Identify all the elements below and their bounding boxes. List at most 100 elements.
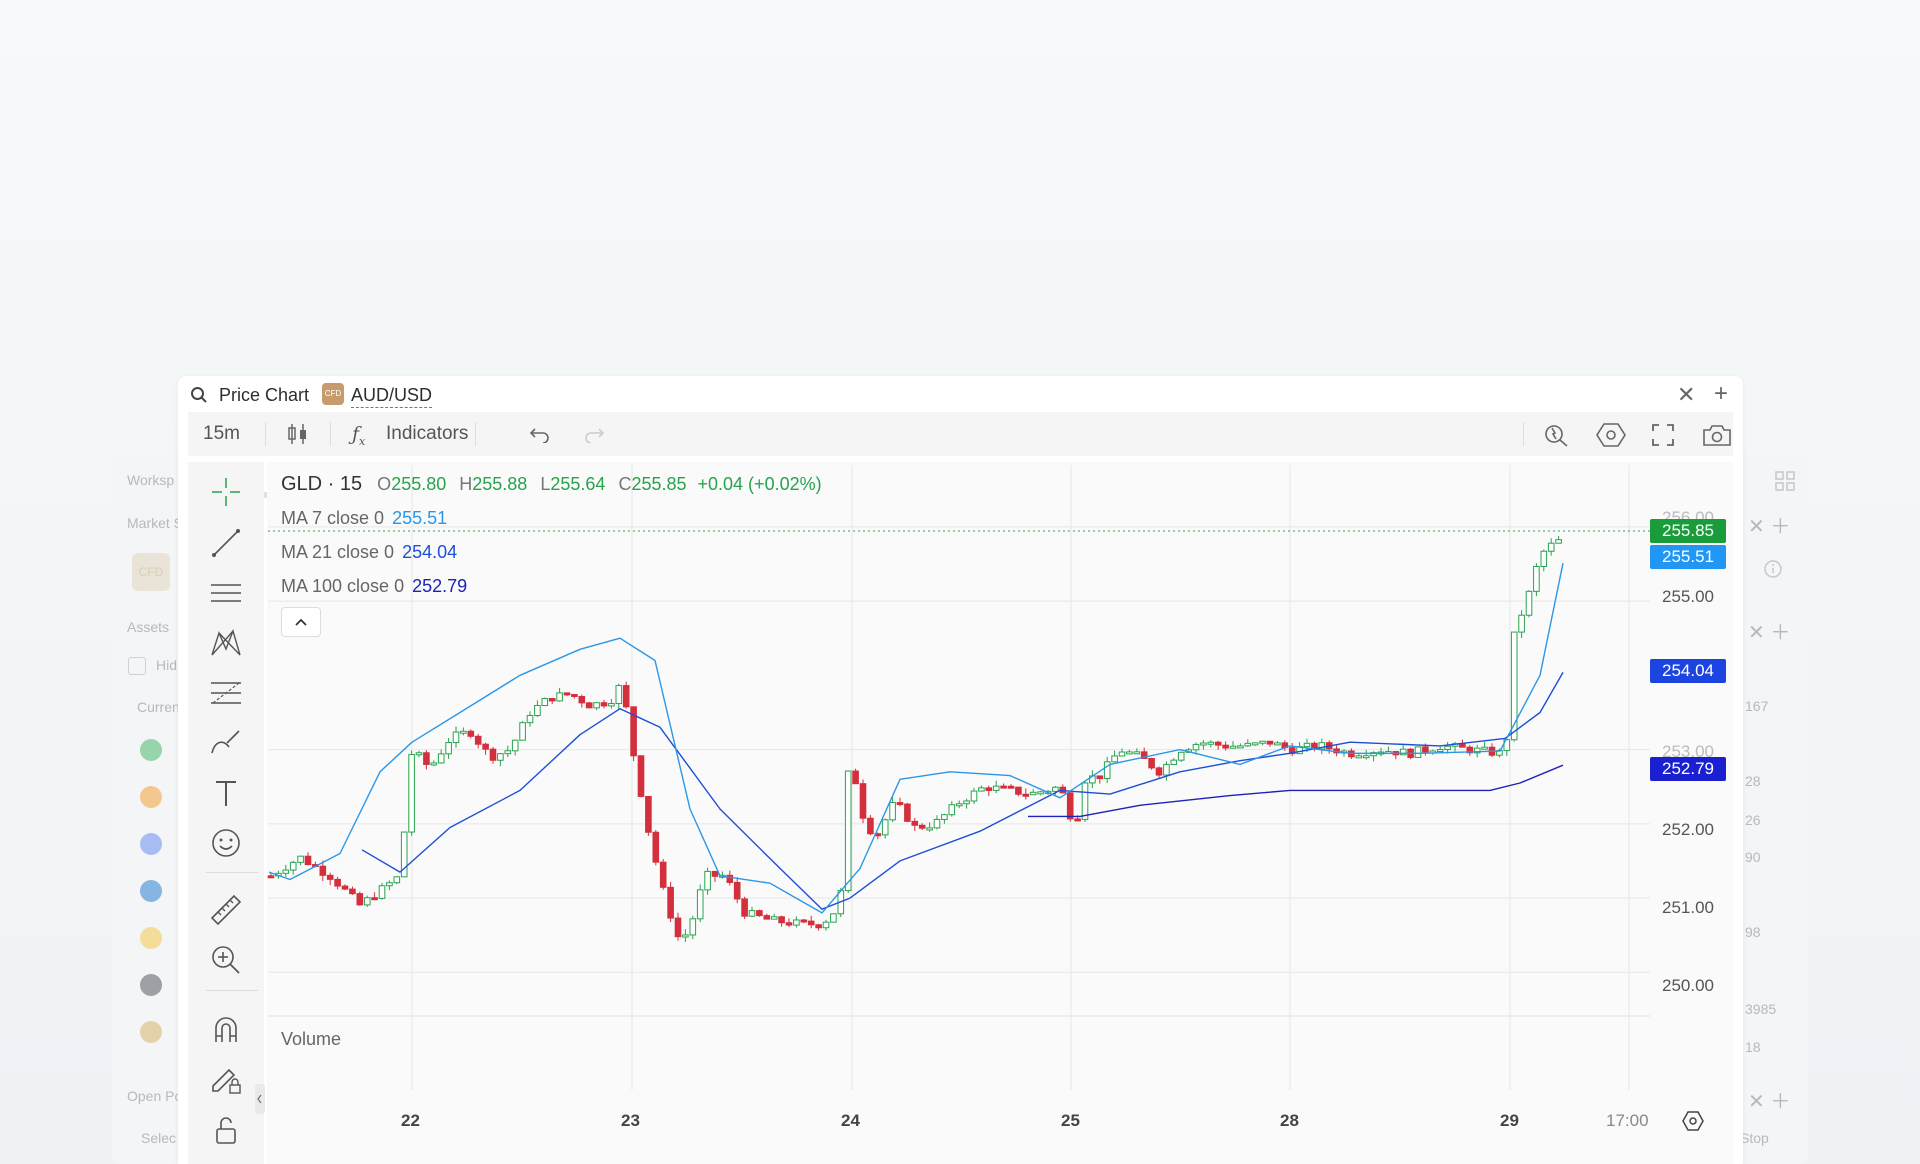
- x-tick: 17:00: [1606, 1111, 1649, 1130]
- candle-body: [371, 897, 378, 901]
- candle-body: [785, 922, 793, 926]
- candle-body: [1555, 539, 1562, 544]
- candle-body: [1081, 782, 1089, 820]
- last-price-tag: 255.85: [1650, 519, 1726, 543]
- candle-body: [770, 916, 778, 920]
- candle-body: [474, 735, 482, 745]
- candle-body: [1303, 742, 1311, 748]
- candle-body: [689, 918, 697, 936]
- candle-body: [1274, 742, 1281, 746]
- candle-body: [452, 731, 460, 744]
- ma7-legend[interactable]: MA 7 close 0 255.51: [281, 508, 447, 529]
- candle-body: [1155, 767, 1163, 776]
- candle-body: [282, 869, 290, 874]
- candle-body: [711, 870, 719, 877]
- candle-body: [519, 722, 526, 741]
- candle-body: [415, 752, 423, 756]
- candle-body: [1177, 751, 1185, 761]
- legend-symbol: GLD · 15: [281, 473, 363, 495]
- candle-body: [489, 748, 497, 761]
- candle-body: [526, 715, 534, 724]
- candle-body: [926, 827, 933, 831]
- candle-body: [948, 804, 956, 816]
- collapse-legend-button[interactable]: [281, 607, 321, 637]
- ma100-value: 252.79: [412, 576, 468, 596]
- candle-body: [1096, 775, 1104, 780]
- candle-body: [534, 705, 541, 717]
- candle-body: [1525, 590, 1533, 616]
- candle-body: [363, 897, 371, 906]
- candle-body: [1436, 749, 1444, 753]
- candle-body: [585, 702, 593, 709]
- candle-body: [408, 754, 415, 833]
- candle-body: [593, 702, 600, 709]
- ma100-label: MA 100 close 0: [281, 576, 405, 596]
- candle-body: [1029, 791, 1037, 796]
- candle-body: [889, 802, 896, 821]
- candle-body: [349, 888, 356, 895]
- high-value: 255.88: [472, 474, 528, 494]
- candle-body: [1126, 751, 1133, 755]
- candle-body: [334, 878, 341, 887]
- candle-body: [741, 898, 748, 917]
- candle-body: [1007, 785, 1015, 789]
- candle-body: [748, 910, 756, 917]
- candle-body: [297, 855, 304, 863]
- candle-body: [1163, 763, 1170, 776]
- candle-body: [378, 885, 386, 899]
- candle-body: [852, 770, 859, 785]
- candle-body: [859, 783, 867, 819]
- ma21-legend[interactable]: MA 21 close 0 254.04: [281, 542, 457, 563]
- candle-body: [800, 919, 808, 923]
- candle-body: [1244, 742, 1252, 747]
- x-tick: 28: [1280, 1111, 1299, 1130]
- candle-body: [933, 818, 941, 829]
- candle-body: [1547, 542, 1555, 552]
- ohlc-legend: GLD · 15 O255.80 H255.88 L255.64 C255.85…: [281, 473, 822, 496]
- candle-body: [541, 698, 549, 707]
- candle-body: [578, 695, 586, 704]
- volume-label: Volume: [281, 1029, 342, 1049]
- candle-body: [704, 870, 711, 891]
- low-label: L: [540, 474, 551, 494]
- candle-body: [778, 916, 785, 924]
- candle-body: [1214, 741, 1222, 746]
- candle-body: [992, 785, 1000, 791]
- candle-body: [1266, 740, 1274, 745]
- x-tick: 22: [401, 1111, 420, 1130]
- candle-body: [437, 753, 445, 764]
- candle-body: [955, 803, 963, 807]
- open-label: O: [377, 474, 392, 494]
- candle-body: [430, 762, 438, 766]
- candle-body: [1414, 746, 1422, 758]
- ma100-price-tag: 252.79: [1650, 757, 1726, 781]
- ma100-legend[interactable]: MA 100 close 0 252.79: [281, 576, 467, 597]
- ma7-label: MA 7 close 0: [281, 508, 385, 528]
- candle-body: [304, 855, 312, 866]
- candle-body: [445, 742, 452, 755]
- candle-body: [460, 730, 467, 734]
- candle-body: [1229, 745, 1237, 749]
- candle-body: [807, 920, 815, 926]
- candle-body: [1192, 743, 1200, 751]
- candle-body: [844, 770, 852, 892]
- x-tick: 25: [1061, 1111, 1080, 1130]
- x-tick: 29: [1500, 1111, 1519, 1130]
- candle-body: [1259, 740, 1266, 744]
- ma7-value: 255.51: [392, 508, 448, 528]
- candle-body: [904, 803, 911, 822]
- candle-body: [1022, 793, 1030, 797]
- candle-body: [867, 817, 874, 835]
- candle-body: [622, 685, 630, 708]
- axis-settings-icon[interactable]: [1681, 1110, 1705, 1132]
- candle-body: [511, 739, 519, 752]
- candle-body: [267, 875, 275, 879]
- candle-body: [289, 861, 297, 871]
- collapse-sidebar-icon[interactable]: [255, 1084, 265, 1114]
- y-tick: 255.00: [1662, 587, 1714, 606]
- candle-body: [1444, 745, 1451, 751]
- candle-body: [1000, 785, 1007, 789]
- candle-body: [423, 752, 430, 765]
- candle-body: [1481, 746, 1488, 750]
- candle-body: [985, 787, 993, 791]
